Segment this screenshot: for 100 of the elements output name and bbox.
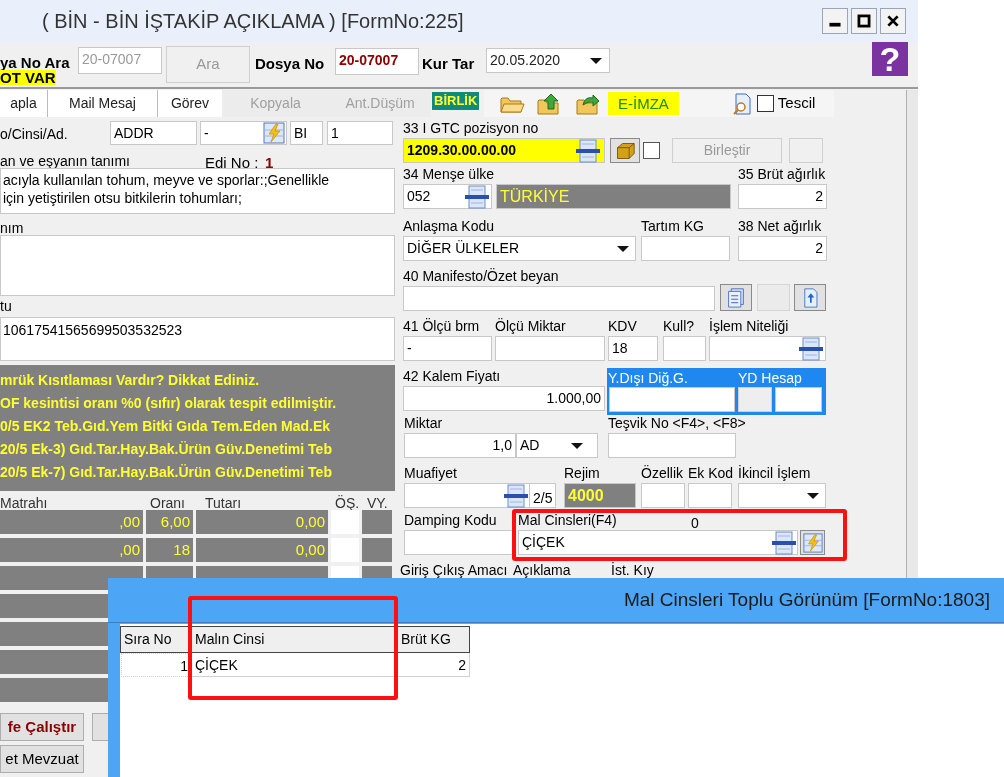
legislation-button[interactable]: et Mevzuat bbox=[0, 745, 84, 773]
table-cell: ,00 bbox=[0, 538, 143, 562]
column-header: ÖŞ. bbox=[335, 494, 360, 513]
lookup-field[interactable]: 052 bbox=[403, 184, 492, 209]
caret-icon bbox=[807, 492, 819, 499]
text-field[interactable]: - bbox=[200, 121, 287, 145]
field-label: Tartım KG bbox=[641, 218, 704, 234]
lightning-icon bbox=[802, 532, 823, 553]
checkbox[interactable] bbox=[643, 142, 660, 159]
toolbar-button[interactable]: Görev bbox=[158, 90, 222, 117]
text-field[interactable] bbox=[403, 286, 715, 311]
box-button[interactable] bbox=[610, 138, 640, 163]
field-label: Ek Kod bbox=[688, 465, 734, 481]
field-label: tu bbox=[0, 297, 12, 316]
number-field[interactable]: 1,0 bbox=[404, 433, 516, 458]
tariff-field[interactable]: 1209.30.00.00.00 bbox=[403, 138, 605, 163]
page-count: 2/5 bbox=[530, 483, 557, 508]
unit-dropdown[interactable]: AD bbox=[516, 433, 598, 458]
list-icon bbox=[465, 184, 489, 209]
toolbar-button[interactable]: Mail Mesaj bbox=[48, 90, 158, 117]
checkbox[interactable] bbox=[756, 95, 774, 112]
text-area[interactable] bbox=[0, 235, 395, 296]
help-button[interactable]: ? bbox=[872, 42, 908, 76]
text-field[interactable]: 18 bbox=[608, 336, 658, 361]
toolbar-button[interactable]: apla bbox=[0, 90, 48, 117]
lookup-field[interactable]: ÇİÇEK bbox=[518, 530, 798, 555]
field-label: Kull? bbox=[663, 318, 695, 334]
field-label: Anlaşma Kodu bbox=[403, 218, 495, 234]
text-field[interactable] bbox=[495, 336, 605, 361]
description-area[interactable]: acıyla kullanılan tohum, meyve ve sporlar:;Genellikle için yetiştirilen otsu bitkilerin tohumları; bbox=[0, 168, 395, 214]
window-title: ( BİN - BİN İŞTAKİP AÇIKLAMA ) [FormNo:225] bbox=[42, 9, 464, 34]
list-icon bbox=[576, 138, 600, 163]
text-field[interactable]: 1 bbox=[327, 121, 393, 145]
warning-text: 20/5 Ek-7) Gıd.Tar.Hay.Bak.Ürün Güv.Denetimi Teb bbox=[0, 463, 333, 482]
list-icon bbox=[772, 530, 796, 555]
number-field[interactable]: 2 bbox=[738, 236, 827, 261]
text-area[interactable]: 10617541565699503532523 bbox=[0, 317, 395, 361]
field-label: Rejim bbox=[564, 465, 600, 481]
field-label: 41 Ölçü brm bbox=[403, 318, 480, 334]
signature-button[interactable]: E-İMZA bbox=[608, 92, 679, 115]
document-arrow-icon bbox=[802, 287, 818, 308]
table-cell: 18 bbox=[146, 538, 193, 562]
number-field[interactable]: 1.000,00 bbox=[403, 386, 605, 411]
dropdown[interactable] bbox=[738, 483, 826, 508]
folder-arrow-icon bbox=[576, 92, 600, 115]
table-cell: 6,00 bbox=[146, 510, 193, 534]
box-icon bbox=[614, 140, 636, 161]
text-field[interactable] bbox=[641, 483, 685, 508]
import-button[interactable] bbox=[794, 284, 826, 311]
field-label: ya No Ara bbox=[0, 53, 70, 73]
text-field[interactable]: - bbox=[403, 336, 492, 361]
dots-button[interactable] bbox=[738, 387, 772, 412]
count-label: 0 bbox=[691, 515, 699, 531]
field-label: Ölçü Miktar bbox=[495, 318, 566, 334]
table-cell: 0,00 bbox=[196, 538, 328, 562]
lookup-field[interactable] bbox=[709, 336, 826, 361]
country-name-field[interactable]: TÜRKİYE bbox=[496, 184, 731, 209]
lookup-field[interactable] bbox=[404, 483, 530, 508]
text-field[interactable] bbox=[663, 336, 706, 361]
field-label: nım bbox=[0, 219, 24, 238]
field-label: Miktar bbox=[404, 415, 443, 431]
picker-button[interactable] bbox=[800, 530, 825, 555]
field-label: 42 Kalem Fiyatı bbox=[403, 368, 501, 384]
field-label: Mal Cinsleri(F4) bbox=[518, 512, 617, 528]
text-field[interactable] bbox=[609, 387, 735, 412]
text-field[interactable] bbox=[775, 387, 822, 412]
warning-text: OF kesintisi oranı %0 (sıfır) olarak tespit edilmiştir. bbox=[0, 394, 338, 413]
text-field[interactable]: ADDR bbox=[110, 121, 197, 145]
date-dropdown[interactable]: 20.05.2020 bbox=[486, 48, 610, 73]
column-header: VY. bbox=[367, 494, 388, 513]
warning-text: 20/5 Ek-3) Gıd.Tar.Hay.Bak.Ürün Güv.Denetimi Teb bbox=[0, 440, 333, 459]
field-label: Dosya No bbox=[255, 54, 325, 74]
text-field[interactable] bbox=[641, 236, 730, 261]
file-number-field[interactable]: 20-07007 bbox=[335, 48, 419, 75]
field-label: İkincil İşlem bbox=[738, 465, 811, 481]
window-title: Mal Cinsleri Toplu Görünüm [FormNo:1803] bbox=[623, 587, 990, 612]
dots-button[interactable] bbox=[789, 138, 823, 163]
run-button[interactable]: fe Çalıştır bbox=[0, 713, 84, 741]
field-label: Özellik bbox=[641, 465, 683, 481]
table-cell bbox=[362, 538, 392, 562]
regime-field[interactable]: 4000 bbox=[564, 483, 636, 508]
field-label: KDV bbox=[608, 318, 637, 334]
field-label: Kur Tar bbox=[422, 54, 475, 74]
number-field[interactable]: 2 bbox=[738, 184, 827, 209]
warning-text: 0/5 EK2 Teb.Gıd.Yem Bitki Gıda Tem.Eden Mad.Ek bbox=[0, 417, 332, 436]
notice-label: OT VAR bbox=[0, 70, 56, 85]
dropdown[interactable]: DİĞER ÜLKELER bbox=[403, 236, 636, 261]
field-label: YD Hesap bbox=[738, 369, 802, 388]
list-icon bbox=[504, 483, 528, 508]
text-field[interactable] bbox=[404, 530, 514, 555]
button[interactable] bbox=[757, 284, 790, 311]
text-field[interactable] bbox=[688, 483, 732, 508]
field-label: Açıklama bbox=[513, 562, 571, 578]
field-label: an ve eşyanın tanımı bbox=[0, 152, 130, 171]
union-badge: BİRLİK bbox=[432, 92, 480, 110]
documents-button[interactable] bbox=[720, 284, 752, 311]
column-header: Oranı bbox=[150, 494, 185, 513]
text-field[interactable]: BI bbox=[290, 121, 323, 145]
table-cell: ,00 bbox=[0, 510, 143, 534]
text-field[interactable] bbox=[608, 433, 736, 458]
